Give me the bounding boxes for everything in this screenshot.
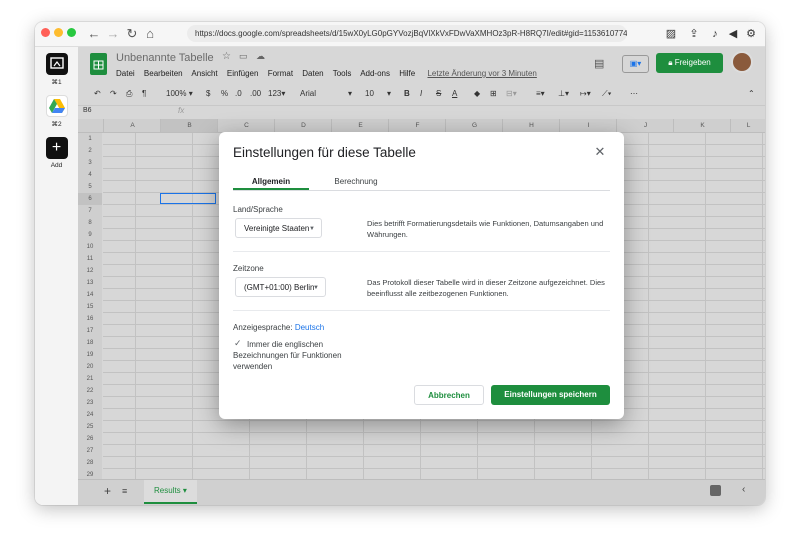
- save-settings-button[interactable]: Einstellungen speichern: [491, 385, 610, 405]
- display-language-link[interactable]: Deutsch: [295, 323, 324, 332]
- timezone-value: (GMT+01:00) Berlin: [244, 283, 315, 292]
- locale-description: Dies betrifft Formatierungsdetails wie F…: [367, 219, 604, 239]
- locale-value: Vereinigte Staaten: [244, 224, 310, 233]
- close-icon[interactable]: ✕: [592, 144, 608, 160]
- chevron-down-icon: ▼: [309, 226, 315, 232]
- tab-divider: [233, 190, 610, 191]
- timezone-dropdown[interactable]: (GMT+01:00) Berlin ▼: [235, 277, 326, 297]
- display-language-row: Anzeigesprache: Deutsch: [233, 323, 324, 332]
- dialog-title: Einstellungen für diese Tabelle: [233, 145, 416, 160]
- display-language-label: Anzeigesprache:: [233, 323, 293, 332]
- tab-berechnung[interactable]: Berechnung: [319, 177, 393, 186]
- tab-allgemein[interactable]: Allgemein: [233, 177, 309, 186]
- english-function-names-label: Immer die englischen Bezeichnungen für F…: [233, 340, 342, 371]
- modal-backdrop: Einstellungen für diese Tabelle ✕ Allgem…: [0, 0, 800, 551]
- locale-dropdown[interactable]: Vereinigte Staaten ▼: [235, 218, 322, 238]
- cancel-button[interactable]: Abbrechen: [414, 385, 484, 405]
- timezone-label: Zeitzone: [233, 264, 264, 273]
- settings-dialog: Einstellungen für diese Tabelle ✕ Allgem…: [219, 132, 624, 419]
- chevron-down-icon: ▼: [313, 285, 319, 291]
- timezone-description: Das Protokoll dieser Tabelle wird in die…: [367, 278, 605, 298]
- section-divider: [233, 251, 610, 252]
- locale-label: Land/Sprache: [233, 205, 283, 214]
- english-function-names-checkbox[interactable]: ✓: [234, 339, 243, 348]
- section-divider: [233, 310, 610, 311]
